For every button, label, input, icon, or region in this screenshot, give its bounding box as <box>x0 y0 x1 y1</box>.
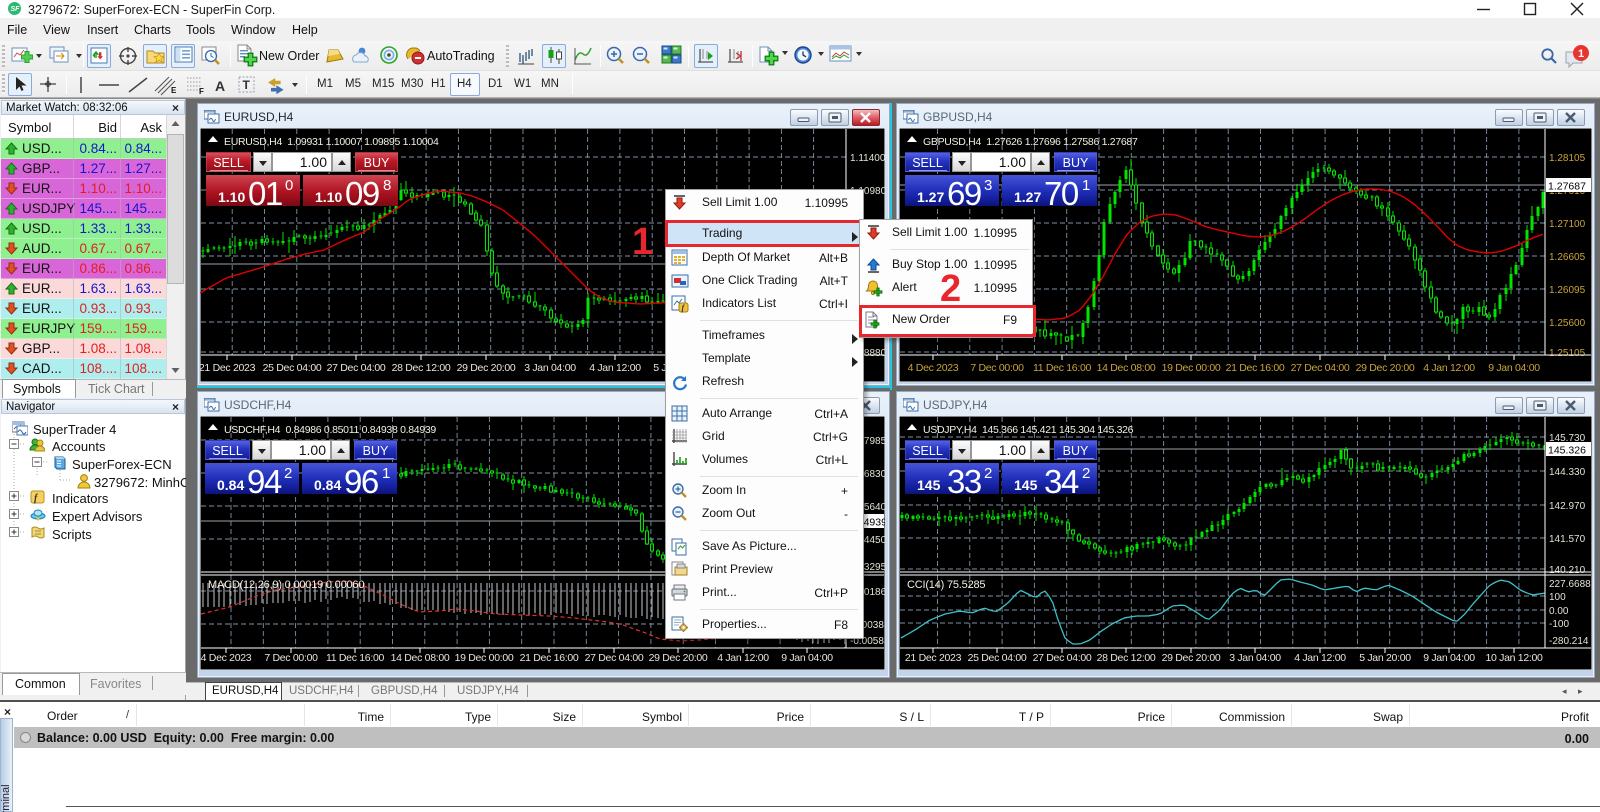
svg-text:1.28105: 1.28105 <box>1549 153 1586 164</box>
svg-text:21 Dec 2023: 21 Dec 2023 <box>905 652 962 664</box>
svg-text:3 Jan 04:00: 3 Jan 04:00 <box>1229 652 1281 664</box>
svg-text:227.6688: 227.6688 <box>1549 579 1591 590</box>
svg-text:1.25105: 1.25105 <box>1549 348 1586 359</box>
svg-text:10 Jan 12:00: 10 Jan 12:00 <box>1485 652 1543 664</box>
svg-text:0.00: 0.00 <box>1549 606 1569 617</box>
svg-text:29 Dec 20:00: 29 Dec 20:00 <box>1356 362 1415 374</box>
svg-text:21 Dec 16:00: 21 Dec 16:00 <box>1226 362 1285 374</box>
svg-text:29 Dec 20:00: 29 Dec 20:00 <box>1162 652 1221 664</box>
svg-text:1.26605: 1.26605 <box>1549 252 1586 263</box>
svg-text:27 Dec 04:00: 27 Dec 04:00 <box>1033 652 1092 664</box>
svg-text:1.27100: 1.27100 <box>1549 219 1586 230</box>
svg-text:142.970: 142.970 <box>1549 501 1586 512</box>
svg-text:27 Dec 04:00: 27 Dec 04:00 <box>1291 362 1350 374</box>
svg-text:14 Dec 08:00: 14 Dec 08:00 <box>1097 362 1156 374</box>
svg-text:1.26095: 1.26095 <box>1549 285 1586 296</box>
svg-text:19 Dec 00:00: 19 Dec 00:00 <box>1162 362 1221 374</box>
svg-text:1: 1 <box>1578 48 1584 60</box>
svg-text:145.326: 145.326 <box>1548 445 1586 457</box>
svg-text:5 Jan 20:00: 5 Jan 20:00 <box>1359 652 1411 664</box>
svg-text:4 Jan 12:00: 4 Jan 12:00 <box>1423 362 1475 374</box>
svg-text:9 Jan 04:00: 9 Jan 04:00 <box>1488 362 1540 374</box>
svg-text:USDJPY,H4 145.366 145.421 145: USDJPY,H4 145.366 145.421 145.304 145.32… <box>923 424 1134 436</box>
svg-text:1.27687: 1.27687 <box>1548 181 1586 193</box>
svg-text:-100: -100 <box>1549 619 1569 630</box>
svg-text:25 Dec 04:00: 25 Dec 04:00 <box>968 652 1027 664</box>
svg-text:144.330: 144.330 <box>1549 467 1586 478</box>
svg-text:4 Jan 12:00: 4 Jan 12:00 <box>1294 652 1346 664</box>
svg-text:CCI(14) 75.5285: CCI(14) 75.5285 <box>907 579 985 591</box>
svg-text:-280.214: -280.214 <box>1549 636 1589 647</box>
svg-text:1.25600: 1.25600 <box>1549 318 1586 329</box>
svg-text:141.570: 141.570 <box>1549 534 1586 545</box>
svg-text:100: 100 <box>1549 592 1566 603</box>
svg-text:28 Dec 12:00: 28 Dec 12:00 <box>1097 652 1156 664</box>
svg-text:140.210: 140.210 <box>1549 565 1586 576</box>
svg-text:9 Jan 04:00: 9 Jan 04:00 <box>1423 652 1475 664</box>
